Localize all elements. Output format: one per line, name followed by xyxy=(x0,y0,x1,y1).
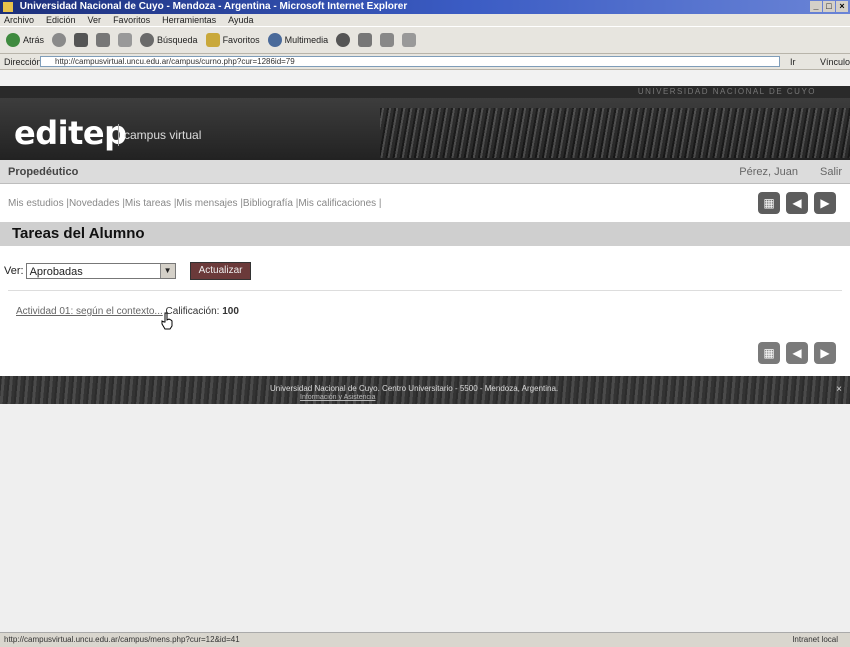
refresh-icon[interactable] xyxy=(96,33,111,47)
ie-icon xyxy=(3,2,13,12)
banner-grass-image xyxy=(380,108,850,158)
address-bar: Dirección Ir Vínculos xyxy=(0,54,850,70)
edit-icon[interactable] xyxy=(402,33,417,47)
task-link[interactable]: Actividad 01: según el contexto... xyxy=(16,306,163,317)
course-name: Propedéutico xyxy=(8,166,79,178)
next-arrow-icon[interactable]: ▶ xyxy=(814,192,836,214)
empty-page-area xyxy=(0,404,850,632)
status-filter-select[interactable]: Aprobadas ▼ xyxy=(25,263,176,279)
student-nav-links[interactable]: Mis estudios |Novedades |Mis tareas |Mis… xyxy=(8,198,382,209)
main-content: Mis estudios |Novedades |Mis tareas |Mis… xyxy=(0,184,850,376)
update-button[interactable]: Actualizar xyxy=(189,262,252,280)
site-banner: editep campus virtual xyxy=(0,98,850,160)
logo-divider xyxy=(118,124,119,146)
search-icon xyxy=(140,33,155,47)
star-icon xyxy=(205,33,220,47)
footer-info-link[interactable]: Información y Asistencia xyxy=(300,394,375,401)
media-icon xyxy=(267,33,282,47)
forward-arrow-icon[interactable] xyxy=(52,33,67,47)
window-title-bar: Universidad Nacional de Cuyo - Mendoza -… xyxy=(0,0,850,14)
back-button[interactable]: Atrás xyxy=(6,33,44,47)
stop-icon[interactable] xyxy=(74,33,89,47)
grid-menu-icon[interactable]: ▦ xyxy=(758,192,780,214)
university-name: UNIVERSIDAD NACIONAL DE CUYO xyxy=(637,87,816,96)
search-button[interactable]: Búsqueda xyxy=(140,33,198,47)
security-zone: Intranet local xyxy=(792,635,838,644)
divider xyxy=(8,290,842,291)
previous-arrow-icon[interactable]: ◀ xyxy=(786,342,808,364)
nav-buttons-top: ▦ ◀ ▶ xyxy=(758,192,836,214)
hand-cursor-icon xyxy=(161,312,173,330)
address-label: Dirección xyxy=(4,57,42,67)
mail-icon[interactable] xyxy=(358,33,373,47)
close-button[interactable]: × xyxy=(836,1,848,12)
minimize-button[interactable]: _ xyxy=(810,1,822,12)
nav-buttons-bottom: ▦ ◀ ▶ xyxy=(758,342,836,364)
status-filter-value: Aprobadas xyxy=(29,266,83,278)
window-title: Universidad Nacional de Cuyo - Mendoza -… xyxy=(19,1,408,12)
filter-row: Ver: Aprobadas ▼ Actualizar xyxy=(4,262,252,280)
grade-value: 100 xyxy=(222,306,239,317)
multimedia-button[interactable]: Multimedia xyxy=(267,33,328,47)
menu-ayuda[interactable]: Ayuda xyxy=(228,14,253,26)
site-footer: Universidad Nacional de Cuyo. Centro Uni… xyxy=(0,376,850,404)
course-bar: Propedéutico Pérez, Juan Salir xyxy=(0,160,850,184)
maximize-button[interactable]: □ xyxy=(823,1,835,12)
editep-logo: editep xyxy=(14,114,127,152)
print-icon[interactable] xyxy=(380,33,395,47)
home-icon[interactable] xyxy=(118,33,133,47)
browser-toolbar: Atrás Búsqueda Favoritos Multimedia xyxy=(0,26,850,54)
filter-label: Ver: xyxy=(4,265,24,277)
campus-virtual-label: campus virtual xyxy=(124,128,202,142)
back-arrow-icon xyxy=(6,33,20,47)
menu-edicion[interactable]: Edición xyxy=(46,14,76,26)
go-button[interactable]: Ir xyxy=(790,54,796,70)
close-icon[interactable]: × xyxy=(836,384,842,395)
favorites-button[interactable]: Favoritos xyxy=(205,33,260,47)
address-input[interactable] xyxy=(40,56,780,67)
previous-arrow-icon[interactable]: ◀ xyxy=(786,192,808,214)
top-strip: UNIVERSIDAD NACIONAL DE CUYO xyxy=(0,86,850,98)
menu-ver[interactable]: Ver xyxy=(88,14,102,26)
menu-herramientas[interactable]: Herramientas xyxy=(162,14,216,26)
history-icon[interactable] xyxy=(336,33,351,47)
next-arrow-icon[interactable]: ▶ xyxy=(814,342,836,364)
status-url: http://campusvirtual.uncu.edu.ar/campus/… xyxy=(4,635,240,644)
chevron-down-icon[interactable]: ▼ xyxy=(159,264,175,278)
links-label[interactable]: Vínculos xyxy=(820,54,850,70)
menu-bar: Archivo Edición Ver Favoritos Herramient… xyxy=(0,14,850,26)
logout-link[interactable]: Salir xyxy=(820,160,842,184)
menu-archivo[interactable]: Archivo xyxy=(4,14,34,26)
task-row: Actividad 01: según el contexto... Calif… xyxy=(16,306,239,317)
user-name: Pérez, Juan xyxy=(739,166,798,178)
grid-menu-icon[interactable]: ▦ xyxy=(758,342,780,364)
page-title: Tareas del Alumno xyxy=(0,222,850,246)
footer-text: Universidad Nacional de Cuyo. Centro Uni… xyxy=(270,384,559,393)
menu-favoritos[interactable]: Favoritos xyxy=(113,14,150,26)
status-bar: http://campusvirtual.uncu.edu.ar/campus/… xyxy=(0,632,850,647)
